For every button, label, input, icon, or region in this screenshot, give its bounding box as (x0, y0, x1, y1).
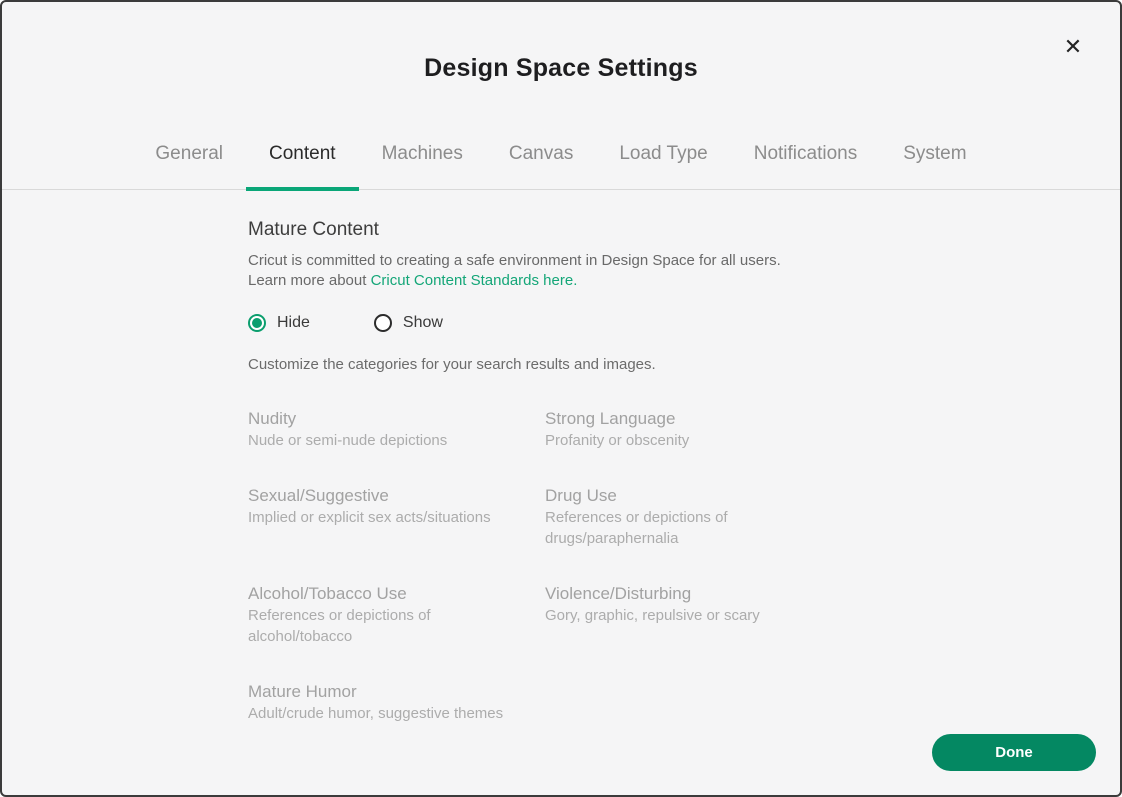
done-button[interactable]: Done (932, 734, 1096, 771)
category-description: Profanity or obscenity (545, 430, 845, 451)
category-alcohol-tobacco: Alcohol/Tobacco Use References or depict… (248, 582, 545, 647)
category-description: Adult/crude humor, suggestive themes (248, 703, 545, 724)
radio-hide-label: Hide (277, 314, 310, 332)
customize-categories-text: Customize the categories for your search… (248, 356, 1120, 373)
description-line1: Cricut is committed to creating a safe e… (248, 252, 781, 269)
design-space-settings-dialog: ✕ Design Space Settings General Content … (0, 0, 1122, 797)
category-title: Alcohol/Tobacco Use (248, 582, 545, 605)
category-title: Violence/Disturbing (545, 582, 845, 605)
category-title: Nudity (248, 407, 545, 430)
section-description: Cricut is committed to creating a safe e… (248, 251, 1120, 291)
category-title: Sexual/Suggestive (248, 484, 545, 507)
category-violence-disturbing: Violence/Disturbing Gory, graphic, repul… (545, 582, 845, 647)
tab-canvas[interactable]: Canvas (486, 129, 596, 189)
category-description: Implied or explicit sex acts/situations (248, 507, 545, 528)
close-icon[interactable]: ✕ (1058, 32, 1088, 62)
section-title: Mature Content (248, 219, 1120, 241)
tab-content[interactable]: Content (246, 129, 359, 189)
radio-show[interactable]: Show (374, 314, 443, 332)
category-description: Gory, graphic, repulsive or scary (545, 605, 845, 626)
radio-selected-icon[interactable] (248, 314, 266, 332)
radio-hide[interactable]: Hide (248, 314, 310, 332)
category-title: Drug Use (545, 484, 845, 507)
tabs-bar: General Content Machines Canvas Load Typ… (2, 129, 1120, 190)
content-panel: Mature Content Cricut is committed to cr… (2, 190, 1120, 724)
category-description: References or depictions of drugs/paraph… (545, 507, 750, 549)
category-strong-language: Strong Language Profanity or obscenity (545, 407, 845, 451)
mature-content-radio-group: Hide Show (248, 314, 1120, 332)
category-nudity: Nudity Nude or semi-nude depictions (248, 407, 545, 451)
tab-general[interactable]: General (132, 129, 246, 189)
page-title: Design Space Settings (2, 54, 1120, 83)
category-grid: Nudity Nude or semi-nude depictions Stro… (248, 407, 1120, 724)
radio-show-label: Show (403, 314, 443, 332)
tab-system[interactable]: System (880, 129, 989, 189)
category-drug-use: Drug Use References or depictions of dru… (545, 484, 845, 549)
category-sexual-suggestive: Sexual/Suggestive Implied or explicit se… (248, 484, 545, 549)
content-standards-link[interactable]: Cricut Content Standards here. (371, 272, 578, 289)
tab-load-type[interactable]: Load Type (596, 129, 730, 189)
tab-machines[interactable]: Machines (359, 129, 486, 189)
category-mature-humor: Mature Humor Adult/crude humor, suggesti… (248, 680, 545, 724)
description-line2-prefix: Learn more about (248, 272, 371, 289)
category-title: Strong Language (545, 407, 845, 430)
tab-notifications[interactable]: Notifications (731, 129, 881, 189)
category-description: Nude or semi-nude depictions (248, 430, 545, 451)
radio-unselected-icon[interactable] (374, 314, 392, 332)
category-title: Mature Humor (248, 680, 545, 703)
category-description: References or depictions of alcohol/toba… (248, 605, 453, 647)
